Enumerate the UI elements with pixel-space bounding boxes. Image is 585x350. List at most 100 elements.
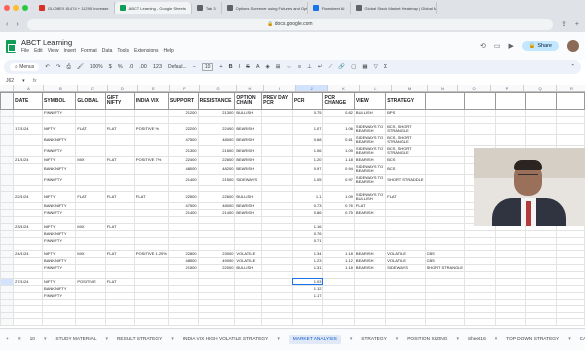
table-cell[interactable] — [322, 291, 355, 300]
empty-cell[interactable] — [424, 222, 466, 231]
table-cell[interactable] — [133, 133, 169, 146]
table-cell[interactable]: 0.71 — [291, 236, 324, 245]
table-cell[interactable] — [104, 236, 135, 245]
chart-icon[interactable]: ▦ — [362, 64, 367, 70]
table-cell[interactable]: 1.23 — [291, 257, 324, 265]
row-number[interactable] — [0, 109, 15, 117]
menu-item-format[interactable]: Format — [81, 48, 97, 54]
table-cell[interactable]: NIFTY — [42, 222, 77, 231]
table-cell[interactable] — [13, 318, 44, 326]
meet-icon[interactable]: ▶ — [509, 42, 514, 50]
table-cell[interactable] — [291, 318, 324, 326]
table-cell[interactable] — [197, 229, 236, 238]
table-cell[interactable] — [261, 155, 293, 164]
table-cell[interactable] — [197, 291, 236, 300]
table-cell[interactable] — [133, 229, 169, 238]
table-cell[interactable]: POSITIVE 1.20% — [133, 250, 169, 258]
row-number[interactable] — [0, 229, 15, 238]
empty-cell[interactable] — [424, 318, 466, 326]
table-cell[interactable] — [133, 162, 169, 175]
browser-tab[interactable]: Options Screener using Futures and Optio… — [222, 2, 308, 14]
table-cell[interactable]: BANKNIFTY — [42, 229, 77, 238]
table-cell[interactable] — [261, 122, 293, 135]
table-cell[interactable] — [104, 229, 135, 238]
table-cell[interactable]: 22/1/24 — [13, 191, 44, 203]
table-cell[interactable]: FLAT — [353, 202, 387, 210]
table-cell[interactable]: SIDEWAYS — [385, 264, 426, 272]
table-cell[interactable]: SIDEWAYS TO BEARISH — [353, 162, 387, 175]
table-cell[interactable] — [197, 284, 236, 293]
table-cell[interactable]: 1.18 — [322, 264, 355, 272]
sheet-tab-dropdown-icon[interactable]: ▾ — [350, 337, 352, 342]
table-cell[interactable]: MIX — [75, 222, 106, 231]
sheet-tab-dropdown-icon[interactable]: ▾ — [456, 337, 458, 342]
row-number[interactable] — [0, 318, 15, 326]
table-cell[interactable] — [104, 318, 135, 326]
table-cell[interactable]: BEARISH — [353, 209, 387, 217]
sheet-tab-dropdown-icon[interactable]: ▾ — [568, 337, 570, 342]
empty-cell[interactable] — [494, 277, 527, 286]
table-cell[interactable] — [133, 277, 169, 286]
table-cell[interactable]: BULLISH — [353, 109, 387, 117]
history-icon[interactable]: ⟲ — [480, 42, 486, 50]
empty-cell[interactable] — [525, 122, 558, 135]
empty-cell[interactable] — [424, 229, 466, 238]
table-cell[interactable]: 22400 — [167, 155, 199, 164]
table-cell[interactable]: BCS, SHORT STRANGLE — [385, 122, 426, 135]
table-cell[interactable] — [13, 173, 44, 186]
table-cell[interactable] — [133, 109, 169, 117]
paint-format-icon[interactable]: 🖌 — [77, 64, 84, 70]
share-button[interactable]: 🔒 Share — [521, 41, 559, 51]
table-cell[interactable]: SIDEWAYS TO BEARISH — [353, 122, 387, 135]
table-cell[interactable] — [13, 257, 44, 265]
table-cell[interactable]: FLAT — [133, 191, 169, 203]
empty-cell[interactable] — [424, 155, 466, 164]
table-cell[interactable] — [234, 236, 263, 245]
sheet-tab[interactable]: TOP DOWN STRATEGY — [506, 337, 559, 342]
add-sheet-icon[interactable]: + — [6, 337, 9, 342]
table-cell[interactable] — [104, 162, 135, 175]
strikethrough-icon[interactable]: S — [246, 64, 250, 70]
table-cell[interactable]: 1.06 — [322, 122, 355, 135]
table-cell[interactable] — [75, 202, 106, 210]
empty-cell[interactable] — [556, 229, 585, 238]
table-cell[interactable]: VOLATILE — [385, 257, 426, 265]
sheet-tab-dropdown-icon[interactable]: ▾ — [44, 337, 46, 342]
empty-cell[interactable] — [424, 122, 466, 135]
table-cell[interactable]: POSITIVE — [75, 277, 106, 286]
table-cell[interactable]: BEARISH — [353, 257, 387, 265]
browser-tab[interactable]: Global Stock Market Heatmap | Global Mar… — [351, 2, 437, 14]
table-cell[interactable]: BEARISH — [234, 155, 263, 164]
table-cell[interactable] — [104, 202, 135, 210]
empty-cell[interactable] — [424, 162, 466, 175]
back-icon[interactable]: ‹ — [6, 21, 8, 28]
table-cell[interactable] — [13, 144, 44, 157]
table-cell[interactable] — [104, 144, 135, 157]
table-cell[interactable]: 0.76 — [322, 202, 355, 210]
empty-cell[interactable] — [556, 133, 585, 146]
empty-cell[interactable] — [424, 133, 466, 146]
table-cell[interactable]: 1.20 — [291, 155, 324, 164]
table-cell[interactable]: 21300 — [197, 109, 236, 117]
table-cell[interactable] — [133, 222, 169, 231]
empty-cell[interactable] — [424, 173, 466, 186]
table-cell[interactable]: 0.68 — [291, 133, 324, 146]
table-cell[interactable]: 21400 — [167, 209, 199, 217]
row-number[interactable] — [0, 264, 15, 272]
empty-cell[interactable] — [525, 92, 558, 110]
table-cell[interactable] — [385, 277, 426, 286]
table-cell[interactable] — [13, 162, 44, 175]
table-cell[interactable]: 22600 — [197, 155, 236, 164]
table-cell[interactable] — [75, 229, 106, 238]
table-cell[interactable]: BANKNIFTY — [42, 284, 77, 293]
row-number[interactable] — [0, 222, 15, 231]
table-cell[interactable] — [353, 318, 387, 326]
column-header-n[interactable]: N — [428, 85, 458, 91]
sheet-tab-dropdown-icon[interactable]: ▾ — [106, 337, 108, 342]
empty-cell[interactable] — [494, 122, 527, 135]
table-cell[interactable]: 27/1/24 — [13, 277, 44, 286]
row-number[interactable] — [0, 202, 15, 210]
column-header-d[interactable]: D — [108, 85, 138, 91]
sheet-tab-dropdown-icon[interactable]: ▾ — [171, 337, 173, 342]
empty-cell[interactable] — [525, 133, 558, 146]
